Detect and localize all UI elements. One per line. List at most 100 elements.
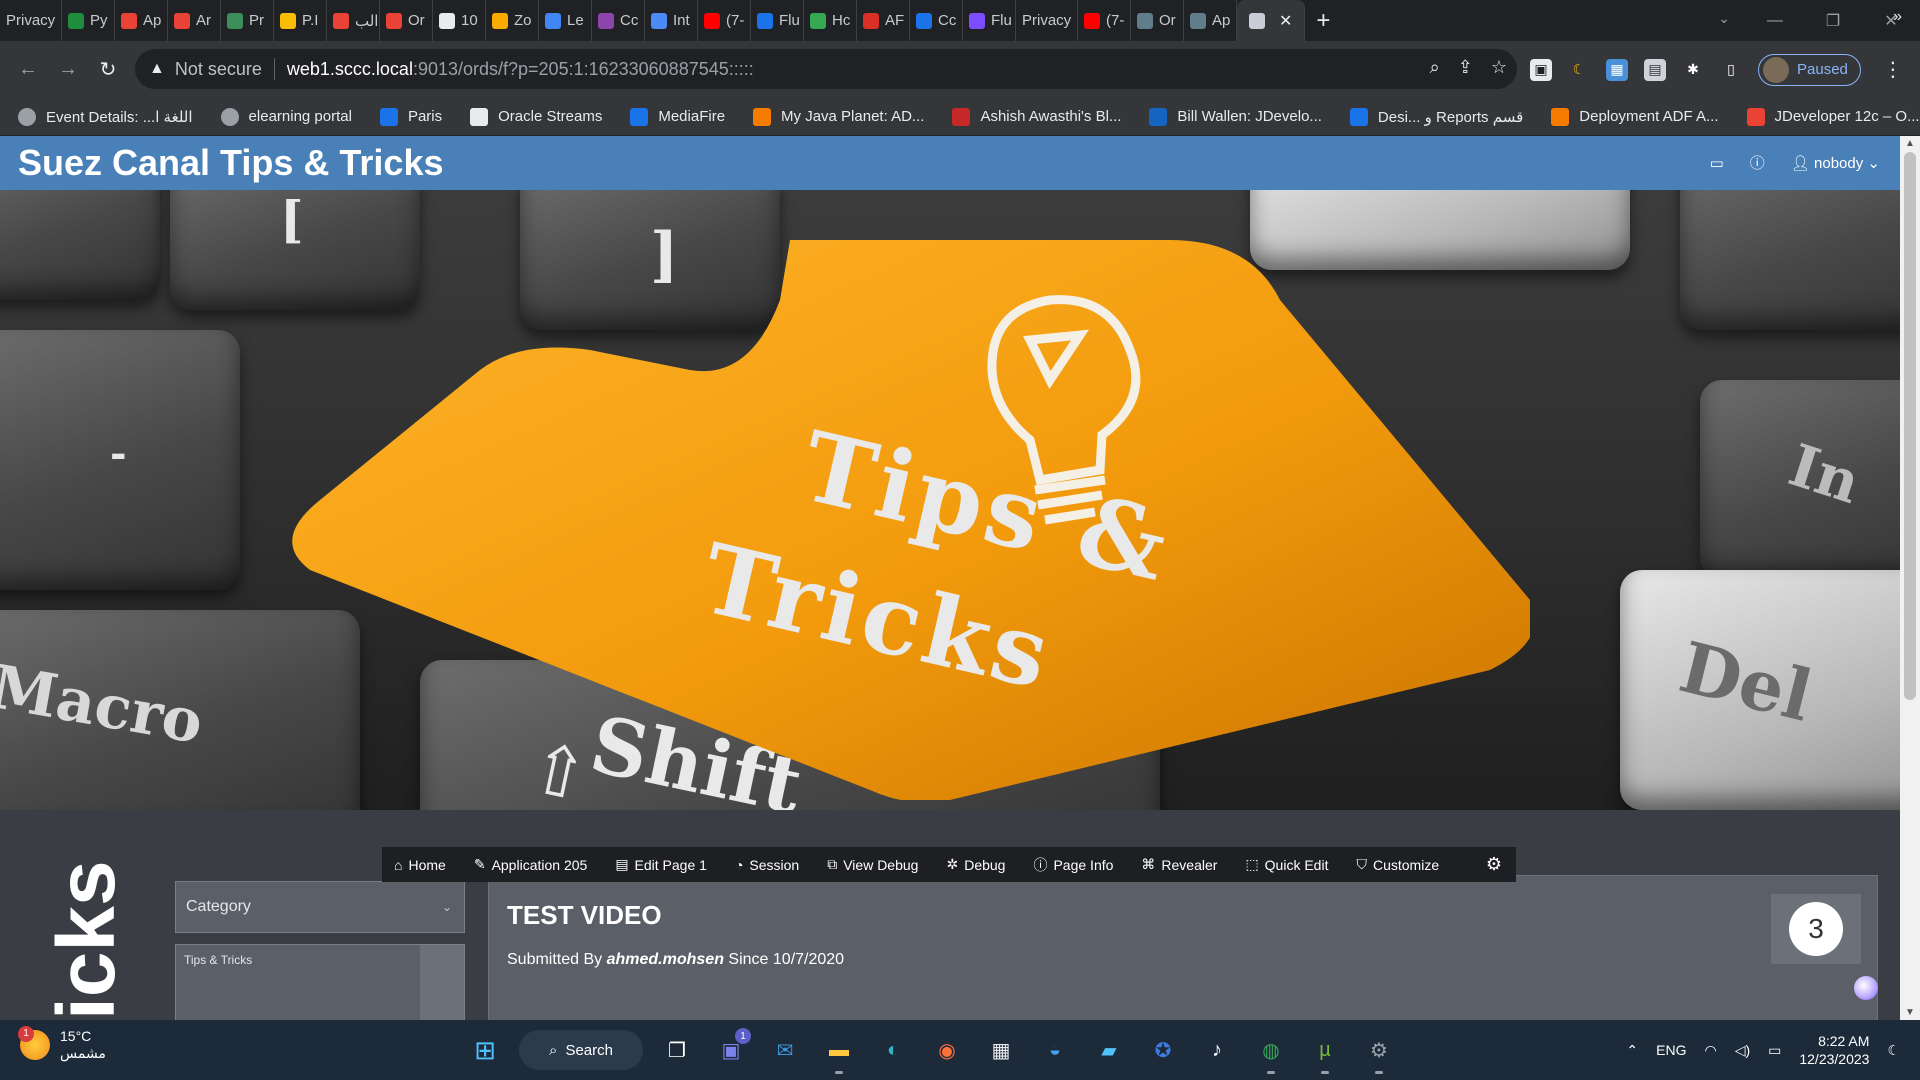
settings-icon[interactable]: ⚙ [1359,1030,1399,1074]
browser-tab[interactable]: AF [857,0,910,41]
devbar-view-debug[interactable]: ⧉ View Debug [827,856,918,873]
url-host[interactable]: web1.sccc.local [287,59,413,80]
category-list[interactable]: Tips & Tricks [175,944,465,1020]
browser-tab[interactable]: Cc [910,0,963,41]
bookmark-item[interactable]: Desi... و Reports قسم [1349,107,1523,126]
tiktok-icon[interactable]: ♪ [1197,1030,1237,1070]
mail-icon[interactable]: ✉ [765,1030,805,1070]
list-scrollbar[interactable] [420,945,464,1020]
close-window-icon[interactable]: ✕ [1862,0,1920,41]
weather-widget[interactable]: 1 15°C مشمس [18,1025,106,1062]
bookmark-item[interactable]: JDeveloper 12c – O... [1746,107,1920,126]
dark-mode-icon[interactable]: ☾ [1568,59,1590,81]
address-bar[interactable]: ▲ Not secure web1.sccc.local :9013/ords/… [135,49,1517,89]
browser-tab[interactable]: Ap [1184,0,1237,41]
devbar-revealer[interactable]: ⌘ Revealer [1141,856,1217,873]
browser-tab[interactable]: Cc [592,0,645,41]
app-title[interactable]: Suez Canal Tips & Tricks [18,142,444,184]
browser-tab[interactable]: Pr [221,0,274,41]
browser-tab[interactable]: Or [380,0,433,41]
store-icon[interactable]: ▦ [981,1030,1021,1070]
language-indicator[interactable]: ENG [1656,1042,1686,1058]
minimize-icon[interactable]: — [1746,0,1804,41]
reload-icon[interactable]: ↻ [88,50,128,90]
wifi-icon[interactable]: ◠ [1704,1042,1716,1059]
battery-icon[interactable]: ▭ [1768,1042,1781,1059]
security-label[interactable]: Not secure [175,59,262,80]
video-card[interactable]: TEST VIDEO Submitted By ahmed.mohsen Sin… [488,875,1878,1020]
chat-icon[interactable]: ▣ 1 [711,1028,751,1070]
user-menu[interactable]: 👤︎ nobody ⌄ [1791,154,1880,172]
clock[interactable]: 8:22 AM 12/23/2023 [1799,1032,1869,1068]
browser-tab[interactable]: Flu [963,0,1016,41]
volume-icon[interactable]: ◁) [1735,1042,1750,1059]
restore-icon[interactable]: ❐ [1804,0,1862,41]
task-view-icon[interactable]: ❐ [657,1030,697,1070]
bookmark-item[interactable]: Deployment ADF A... [1551,107,1719,126]
browser-tab[interactable]: الب [327,0,380,41]
new-tab-button[interactable]: + [1305,7,1341,35]
devbar-customize[interactable]: ⛉ Customize [1356,856,1439,873]
browser-tab[interactable]: Le [539,0,592,41]
utorrent-icon[interactable]: µ [1305,1030,1345,1074]
notifications-icon[interactable]: ☾ [1887,1042,1900,1059]
category-select[interactable]: Category ⌄ [175,881,465,933]
gear-icon[interactable]: ⚙ [1486,854,1502,875]
devbar-application-205[interactable]: ✎ Application 205 [474,856,587,873]
scroll-thumb[interactable] [1904,152,1916,700]
puzzle-icon[interactable]: ✱ [1682,59,1704,81]
devbar-home[interactable]: ⌂ Home [394,857,446,873]
browser-tab[interactable]: Ap [115,0,168,41]
browser-tab[interactable]: Flu [751,0,804,41]
close-tab-icon[interactable]: ✕ [1279,11,1292,31]
scroll-down-icon[interactable]: ▼ [1900,1007,1920,1018]
bookmarks-overflow-button[interactable]: » [1893,8,1902,26]
assistant-bubble-icon[interactable] [1854,976,1878,1000]
back-icon[interactable]: ← [8,50,48,90]
edge-icon[interactable]: ◐ [873,1030,913,1070]
scroll-up-icon[interactable]: ▲ [1900,138,1920,149]
browser-tab[interactable]: Int [645,0,698,41]
card-title[interactable]: TEST VIDEO [507,900,662,931]
app-icon[interactable]: ◒ [1035,1030,1075,1070]
extension-icon[interactable]: ▣ [1530,58,1552,81]
chevron-up-icon[interactable]: ⌃ [1626,1042,1638,1059]
bookmark-item[interactable]: Oracle Streams [470,107,602,126]
browser-tab[interactable]: Privacy [1016,0,1078,41]
file-explorer-icon[interactable]: ▬ [819,1030,859,1074]
devbar-edit-page-1[interactable]: ▤ Edit Page 1 [615,856,707,873]
taskbar-search[interactable]: ⌕ Search [519,1030,643,1070]
share-icon[interactable]: ⇪ [1458,57,1473,78]
browser-tab[interactable]: Py [62,0,115,41]
browser-tab[interactable]: P.I [274,0,327,41]
url-path[interactable]: :9013/ords/f?p=205:1:16233060887545::::: [413,59,754,80]
browser-tab[interactable]: (7- [1078,0,1131,41]
browser-tab[interactable]: Or [1131,0,1184,41]
bookmark-item[interactable]: Paris [379,107,442,126]
browser-tab[interactable]: Hc [804,0,857,41]
extension-icon[interactable]: ▦ [1606,58,1628,81]
firefox-icon[interactable]: ◉ [927,1030,967,1070]
zoom-icon[interactable]: ⌕ [1430,57,1440,78]
devbar-page-info[interactable]: ⓘ Page Info [1033,855,1113,875]
tab-active[interactable]: ✕ [1237,0,1306,41]
tab-search-icon[interactable]: ⌄ [1718,10,1730,27]
warning-icon[interactable]: ▲ [149,60,165,78]
devbar-debug[interactable]: ✲ Debug [946,856,1005,873]
windows-start-icon[interactable]: ⊞ [465,1030,505,1070]
bookmark-item[interactable]: Bill Wallen: JDevelo... [1149,107,1322,126]
terminal-icon[interactable]: ▰ [1089,1030,1129,1070]
browser-tab[interactable]: 10 [433,0,486,41]
devbar-session[interactable]: ◔ Session [735,857,799,873]
side-panel-icon[interactable]: ▯ [1720,59,1742,81]
page-scrollbar[interactable]: ▲ ▼ [1900,136,1920,1020]
bookmark-item[interactable]: Ashish Awasthi's Bl... [952,107,1121,126]
devbar-quick-edit[interactable]: ⬚ Quick Edit [1245,856,1328,873]
browser-tab[interactable]: Privacy [0,0,62,41]
browser-tab[interactable]: Ar [168,0,221,41]
menu-icon[interactable]: ⋮ [1883,57,1903,82]
browser-tab[interactable]: Zo [486,0,539,41]
profile-button[interactable]: Paused [1758,53,1861,86]
app-icon[interactable]: ✪ [1143,1030,1183,1070]
help-icon[interactable]: ⓘ [1750,152,1765,173]
